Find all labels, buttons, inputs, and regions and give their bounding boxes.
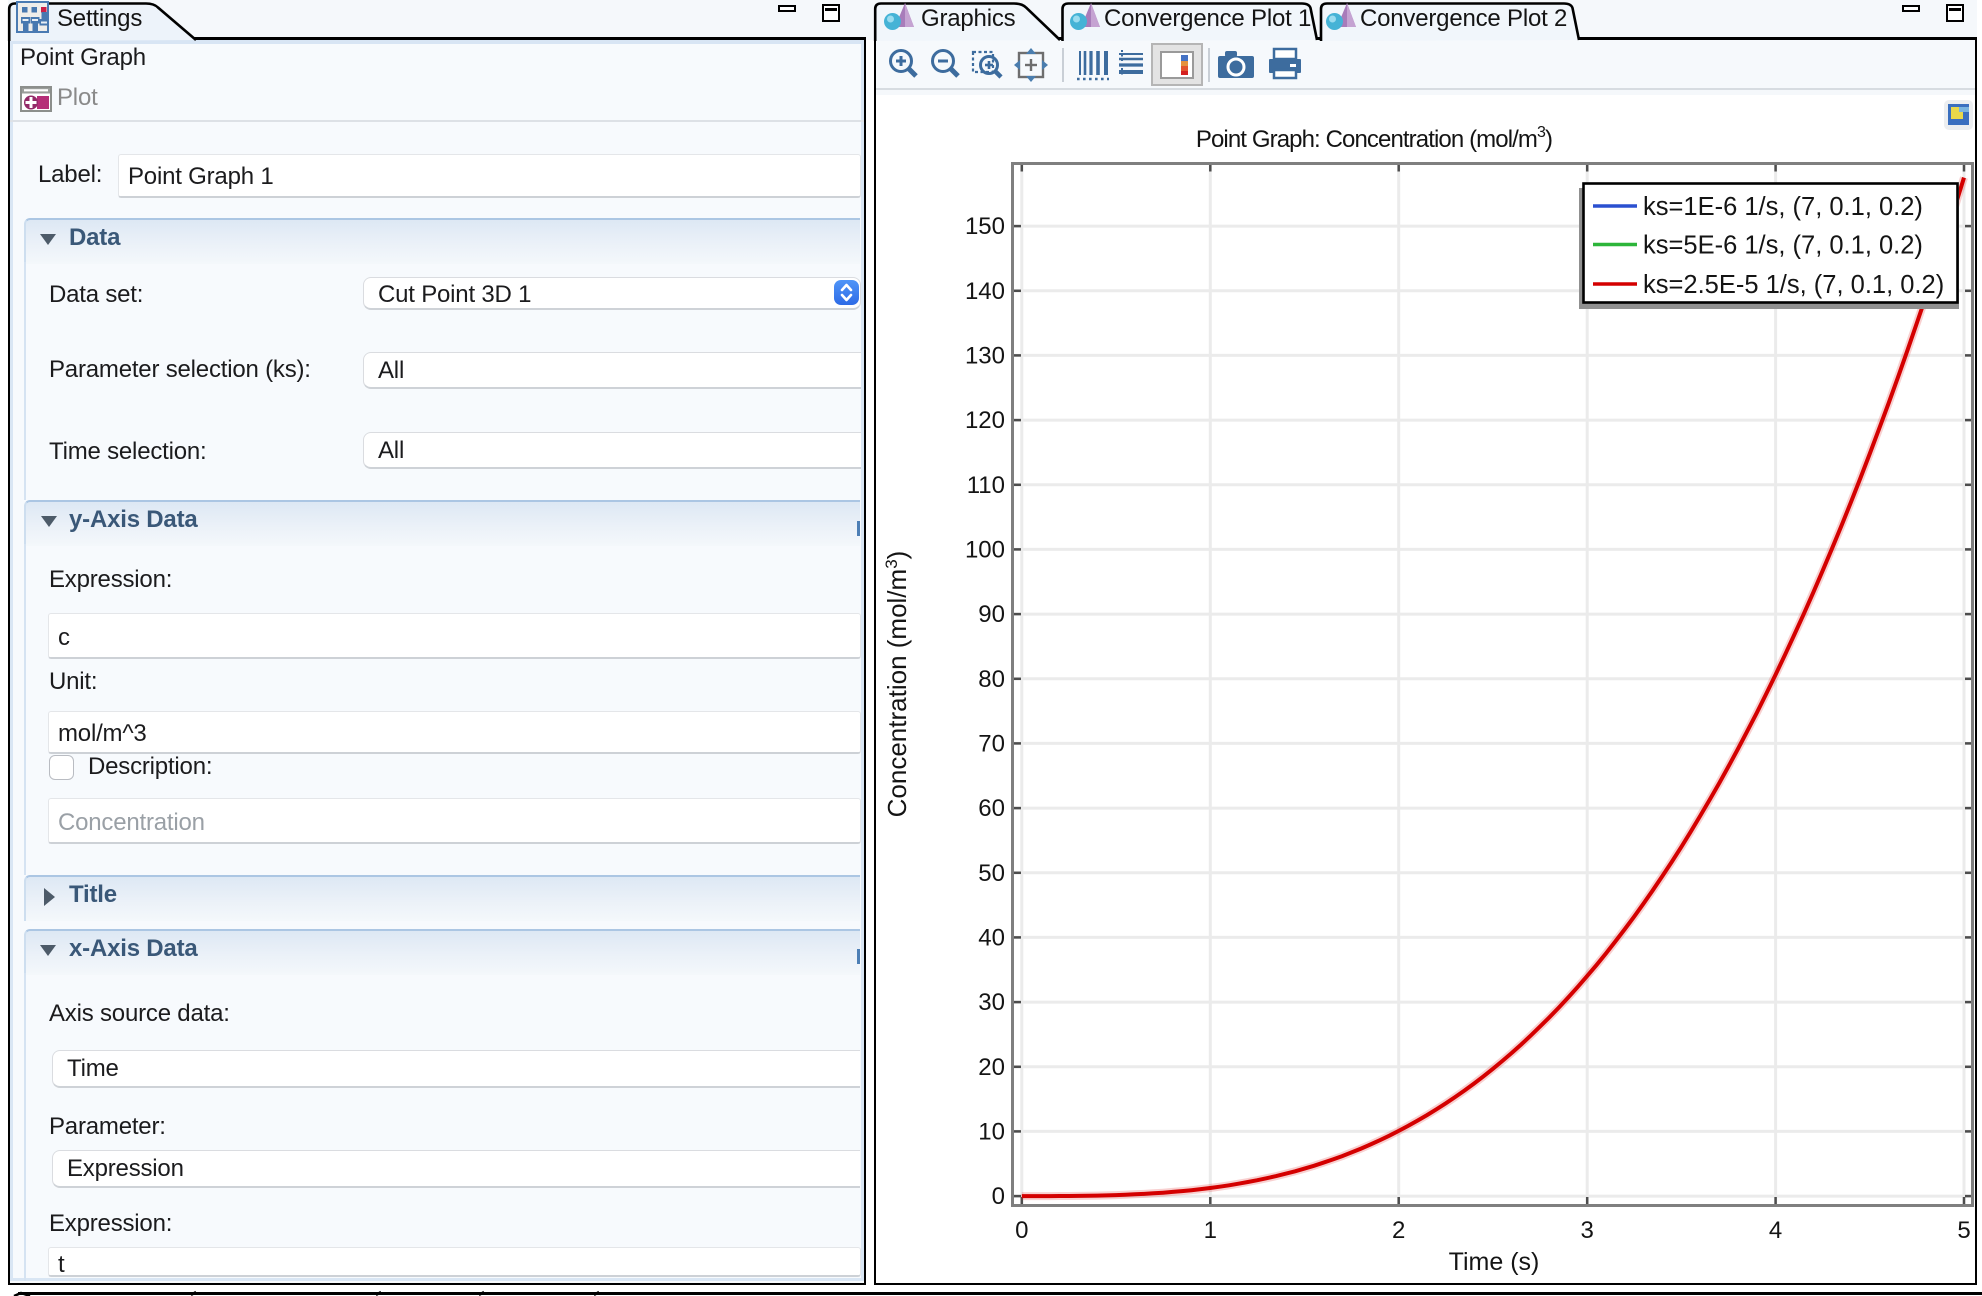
svg-text:0: 0 — [1015, 1217, 1028, 1244]
svg-text:0: 0 — [992, 1183, 1005, 1210]
svg-text:140: 140 — [965, 278, 1005, 305]
svg-text:ks=2.5E-5 1/s, (7, 0.1, 0.2): ks=2.5E-5 1/s, (7, 0.1, 0.2) — [1643, 271, 1944, 299]
svg-text:Concentration (mol/m3): Concentration (mol/m3) — [882, 551, 912, 818]
svg-text:1: 1 — [1204, 1217, 1217, 1244]
svg-text:70: 70 — [978, 730, 1005, 757]
svg-text:40: 40 — [978, 924, 1005, 951]
svg-text:90: 90 — [978, 601, 1005, 628]
svg-text:30: 30 — [978, 989, 1005, 1016]
svg-text:2: 2 — [1392, 1217, 1405, 1244]
svg-text:100: 100 — [965, 536, 1005, 563]
svg-text:ks=5E-6 1/s, (7, 0.1, 0.2): ks=5E-6 1/s, (7, 0.1, 0.2) — [1643, 232, 1923, 260]
svg-text:20: 20 — [978, 1054, 1005, 1081]
svg-text:Point Graph: Concentration (mo: Point Graph: Concentration (mol/m3) — [1196, 124, 1552, 153]
svg-text:Time (s): Time (s) — [1449, 1248, 1540, 1276]
svg-text:3: 3 — [1581, 1217, 1594, 1244]
svg-text:110: 110 — [967, 472, 1005, 499]
svg-text:4: 4 — [1769, 1217, 1782, 1244]
svg-text:60: 60 — [978, 795, 1005, 822]
svg-text:10: 10 — [978, 1118, 1005, 1145]
svg-text:50: 50 — [978, 860, 1005, 887]
svg-text:130: 130 — [965, 342, 1005, 369]
svg-text:150: 150 — [965, 213, 1005, 240]
svg-text:5: 5 — [1957, 1217, 1970, 1244]
svg-text:80: 80 — [978, 666, 1005, 693]
svg-text:120: 120 — [965, 407, 1005, 434]
svg-text:ks=1E-6 1/s, (7, 0.1, 0.2): ks=1E-6 1/s, (7, 0.1, 0.2) — [1643, 193, 1923, 221]
